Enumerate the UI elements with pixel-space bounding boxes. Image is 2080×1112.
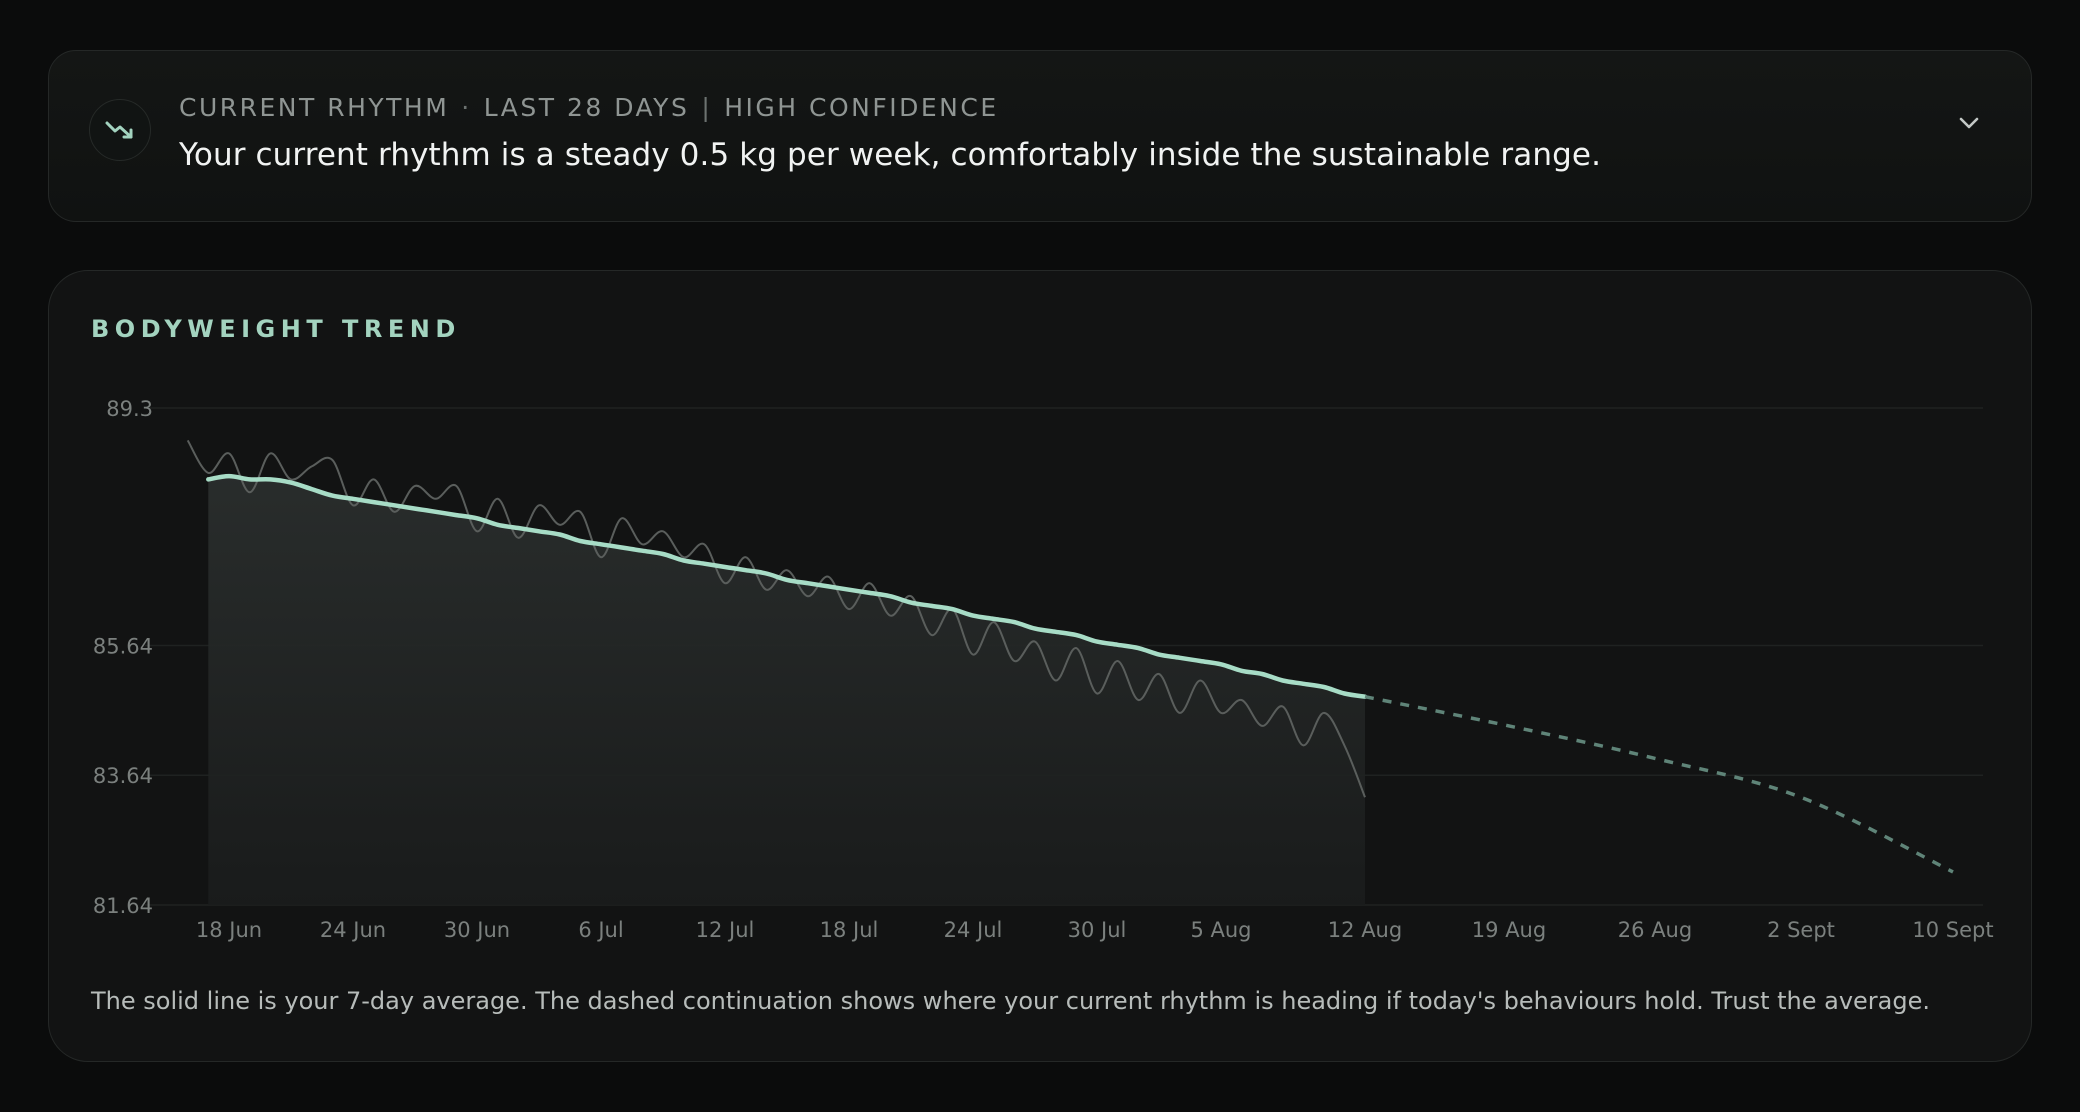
bodyweight-trend-card: BODYWEIGHT TREND 89.3 85.64 83.64 81.64 18 J… — [48, 270, 2032, 1062]
projection-line — [1364, 694, 1954, 874]
trend-footnote: The solid line is your 7-day average. Th… — [91, 987, 1930, 1015]
x-tick-label: 12 Jul — [696, 918, 755, 942]
x-tick-label: 2 Sept — [1767, 918, 1835, 942]
bodyweight-chart: 89.3 85.64 83.64 81.64 18 Jun 24 Jun 30 Jun 6 J… — [93, 397, 1994, 942]
x-tick-label: 24 Jun — [320, 918, 386, 942]
trending-down-icon — [89, 99, 151, 161]
x-tick-label: 26 Aug — [1618, 918, 1692, 942]
expand-toggle-button[interactable] — [1947, 101, 1991, 145]
y-tick-label: 81.64 — [93, 894, 153, 918]
x-tick-label: 30 Jul — [1068, 918, 1127, 942]
rhythm-meta: CURRENT RHYTHM · LAST 28 DAYS | HIGH CONFIDE… — [179, 93, 999, 122]
x-tick-label: 30 Jun — [444, 918, 510, 942]
x-tick-label: 18 Jun — [196, 918, 262, 942]
rhythm-window: LAST 28 DAYS — [483, 93, 690, 122]
rhythm-confidence: HIGH CONFIDENCE — [724, 93, 999, 122]
x-tick-label: 12 Aug — [1328, 918, 1402, 942]
rhythm-message: Your current rhythm is a steady 0.5 kg p… — [179, 137, 1602, 173]
x-tick-label: 18 Jul — [820, 918, 879, 942]
rhythm-label: CURRENT RHYTHM — [179, 93, 450, 122]
x-tick-label: 6 Jul — [578, 918, 623, 942]
x-tick-label: 10 Sept — [1912, 918, 1993, 942]
trend-area-fill — [208, 476, 1365, 905]
x-tick-label: 19 Aug — [1472, 918, 1546, 942]
x-tick-label: 5 Aug — [1190, 918, 1251, 942]
y-tick-label: 85.64 — [93, 634, 153, 658]
y-tick-label: 83.64 — [93, 764, 153, 788]
meta-bar-separator: | — [701, 93, 713, 122]
rhythm-card[interactable]: CURRENT RHYTHM · LAST 28 DAYS | HIGH CONFIDE… — [48, 50, 2032, 222]
x-tick-label: 24 Jul — [944, 918, 1003, 942]
chevron-down-icon — [1959, 117, 1979, 129]
meta-dot-separator: · — [461, 93, 472, 122]
y-tick-label: 89.3 — [106, 397, 153, 421]
